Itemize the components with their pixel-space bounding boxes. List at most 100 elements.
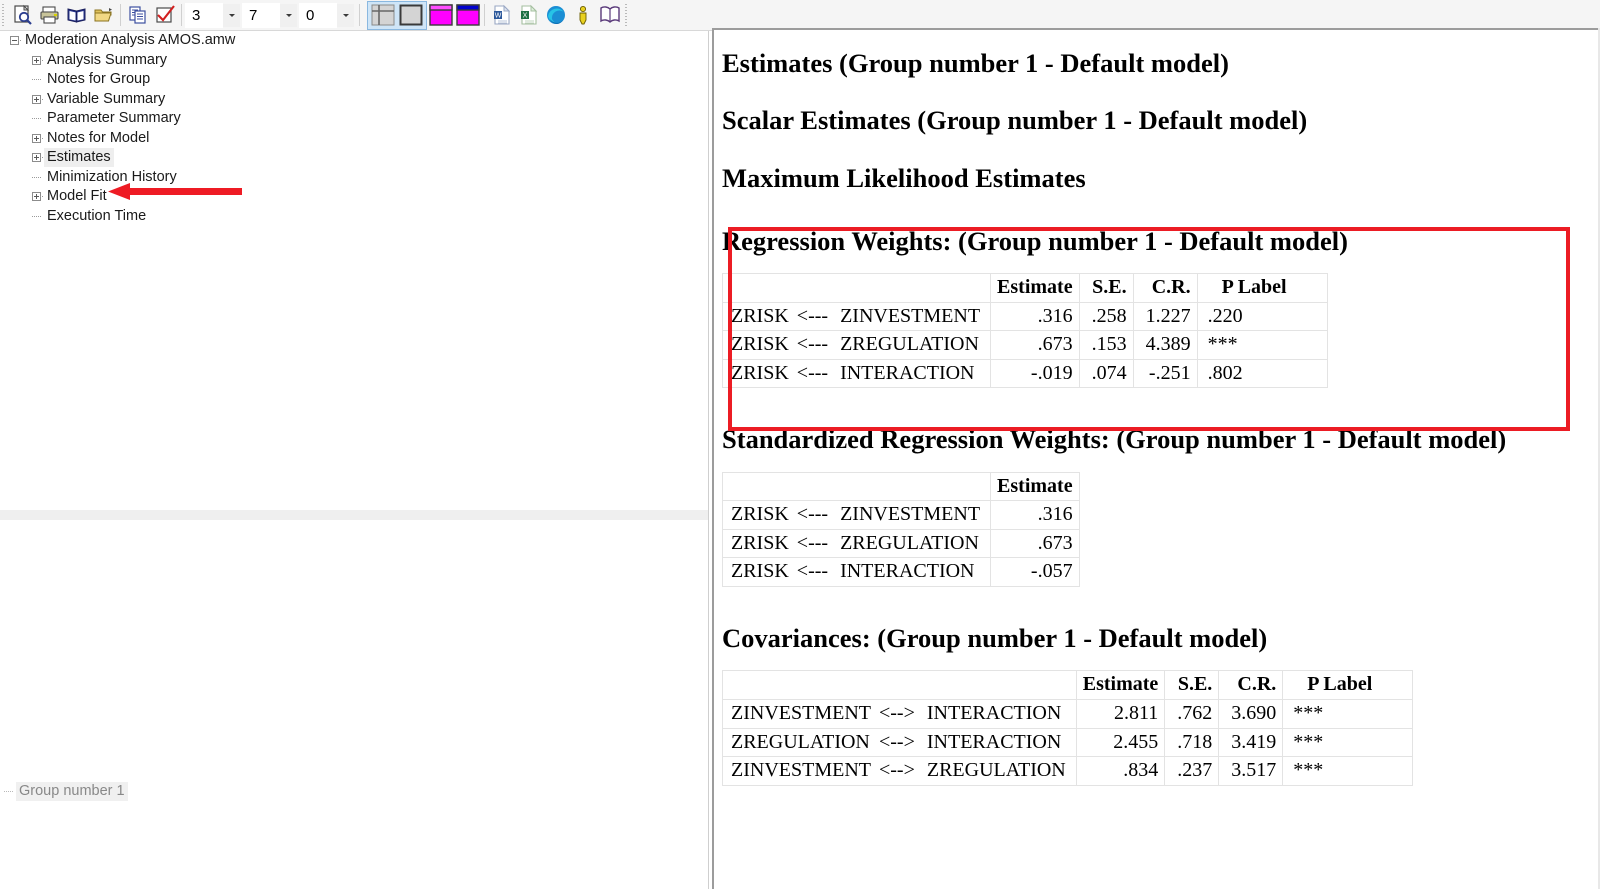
decimal-places-3-dropdown[interactable] <box>337 4 354 27</box>
toolbar: 3 7 0 <box>0 0 1600 31</box>
cell-estimate: .834 <box>1076 757 1165 786</box>
table-row: ZREGULATION<-->INTERACTION2.455.7183.419… <box>723 728 1413 757</box>
tree-item-notes-for-group[interactable]: Notes for Group <box>0 70 708 90</box>
tree-item-label: Minimization History <box>44 168 180 187</box>
cell-se: .258 <box>1079 302 1133 331</box>
open-folder-icon[interactable] <box>90 2 117 29</box>
word-export-icon[interactable]: W <box>488 2 515 29</box>
output-text-panel[interactable]: Estimates (Group number 1 - Default mode… <box>712 28 1600 889</box>
toolbar-drag-grip[interactable] <box>1 4 7 26</box>
expand-plus-icon[interactable] <box>28 51 44 70</box>
group-list-panel[interactable]: Group number 1 <box>0 520 709 889</box>
cell-estimate: -.019 <box>991 359 1080 388</box>
table-layout-icon[interactable] <box>369 3 397 28</box>
tree-item-analysis-summary[interactable]: Analysis Summary <box>0 51 708 71</box>
cell-lhs: ZRISK <box>723 302 793 331</box>
magenta-blue-header-icon[interactable] <box>454 2 481 29</box>
heading-maximum-likelihood-estimates: Maximum Likelihood Estimates <box>722 163 1600 194</box>
decimal-places-2[interactable]: 7 <box>242 3 280 28</box>
tree-list: Moderation Analysis AMOS.amwAnalysis Sum… <box>0 31 708 226</box>
cell-arrow: <--- <box>793 501 832 530</box>
expand-plus-icon[interactable] <box>28 148 44 167</box>
cell-se: .762 <box>1165 699 1219 728</box>
cell-arrow: <--> <box>875 699 919 728</box>
toolbar-separator-4 <box>484 4 485 26</box>
cell-rhs: INTERACTION <box>832 558 990 587</box>
help-person-icon[interactable] <box>569 2 596 29</box>
collapse-minus-icon[interactable] <box>6 31 22 50</box>
chevron-down-icon <box>286 14 292 17</box>
print-preview-icon[interactable] <box>9 2 36 29</box>
tree-item-label: Model Fit <box>44 187 110 206</box>
tree-item-estimates[interactable]: Estimates <box>0 148 708 168</box>
page-layout-icon[interactable] <box>397 3 425 28</box>
tree-item-minimization-history[interactable]: Minimization History <box>0 168 708 188</box>
tree-item-label: Moderation Analysis AMOS.amw <box>22 31 238 50</box>
tree-item-root[interactable]: Moderation Analysis AMOS.amw <box>0 31 708 51</box>
book-icon[interactable] <box>63 2 90 29</box>
magenta-header-icon[interactable] <box>427 2 454 29</box>
cell-arrow: <--> <box>875 728 919 757</box>
copy-icon[interactable] <box>124 2 151 29</box>
excel-export-icon[interactable]: X <box>515 2 542 29</box>
expand-plus-icon[interactable] <box>28 90 44 109</box>
header-p-label: P Label <box>1283 671 1413 700</box>
panel-splitter[interactable] <box>0 510 709 520</box>
standardized-regression-weights-table: Estimate ZRISK<---ZINVESTMENT.316ZRISK<-… <box>722 472 1080 587</box>
chevron-down-icon <box>343 14 349 17</box>
cell-rhs: ZREGULATION <box>832 529 990 558</box>
svg-text:X: X <box>522 13 527 20</box>
cell-p: .802 <box>1197 359 1327 388</box>
cell-rhs: INTERACTION <box>832 359 990 388</box>
cell-rhs: ZREGULATION <box>919 757 1076 786</box>
header-se: S.E. <box>1079 274 1133 303</box>
chevron-down-icon <box>229 14 235 17</box>
browser-icon[interactable] <box>542 2 569 29</box>
navigation-tree-panel[interactable]: Moderation Analysis AMOS.amwAnalysis Sum… <box>0 31 709 510</box>
cell-se: .237 <box>1165 757 1219 786</box>
cell-arrow: <--- <box>793 359 832 388</box>
manual-book-icon[interactable] <box>596 2 623 29</box>
tree-item-execution-time[interactable]: Execution Time <box>0 207 708 227</box>
expand-plus-icon[interactable] <box>28 129 44 148</box>
cell-cr: 3.690 <box>1219 699 1283 728</box>
tree-item-label: Estimates <box>44 148 114 167</box>
view-mode-group <box>367 1 427 30</box>
cell-lhs: ZRISK <box>723 359 793 388</box>
tree-item-model-fit[interactable]: Model Fit <box>0 187 708 207</box>
cell-cr: 4.389 <box>1133 331 1197 360</box>
cell-p: *** <box>1283 728 1413 757</box>
group-list-item[interactable]: Group number 1 <box>0 782 128 801</box>
cell-lhs: ZRISK <box>723 529 793 558</box>
cell-lhs: ZRISK <box>723 331 793 360</box>
tree-item-parameter-summary[interactable]: Parameter Summary <box>0 109 708 129</box>
checkmark-icon[interactable] <box>151 2 178 29</box>
cell-arrow: <--- <box>793 558 832 587</box>
cell-arrow: <--- <box>793 529 832 558</box>
cell-p: *** <box>1197 331 1327 360</box>
cell-lhs: ZINVESTMENT <box>723 699 875 728</box>
tree-item-label: Execution Time <box>44 207 149 226</box>
print-icon[interactable] <box>36 2 63 29</box>
cell-estimate: -.057 <box>991 558 1080 587</box>
heading-regression-weights: Regression Weights: (Group number 1 - De… <box>722 226 1600 257</box>
toolbar-separator-1 <box>120 4 121 26</box>
tree-item-variable-summary[interactable]: Variable Summary <box>0 90 708 110</box>
decimal-places-1[interactable]: 3 <box>185 3 223 28</box>
cell-cr: 1.227 <box>1133 302 1197 331</box>
header-estimate: Estimate <box>991 274 1080 303</box>
tree-connector-icon <box>28 207 44 226</box>
cell-arrow: <--> <box>875 757 919 786</box>
expand-plus-icon[interactable] <box>28 187 44 206</box>
cell-estimate: .673 <box>991 529 1080 558</box>
cell-arrow: <--- <box>793 331 832 360</box>
table-header-row: Estimate S.E. C.R. P Label <box>723 274 1328 303</box>
table-row: ZRISK<---INTERACTION-.057 <box>723 558 1080 587</box>
decimal-places-1-dropdown[interactable] <box>223 4 240 27</box>
tree-item-notes-for-model[interactable]: Notes for Model <box>0 129 708 149</box>
cell-rhs: ZREGULATION <box>832 331 990 360</box>
decimal-places-2-dropdown[interactable] <box>280 4 297 27</box>
table-row: ZRISK<---ZINVESTMENT.316.2581.227.220 <box>723 302 1328 331</box>
decimal-places-3[interactable]: 0 <box>299 3 337 28</box>
cell-lhs: ZREGULATION <box>723 728 875 757</box>
